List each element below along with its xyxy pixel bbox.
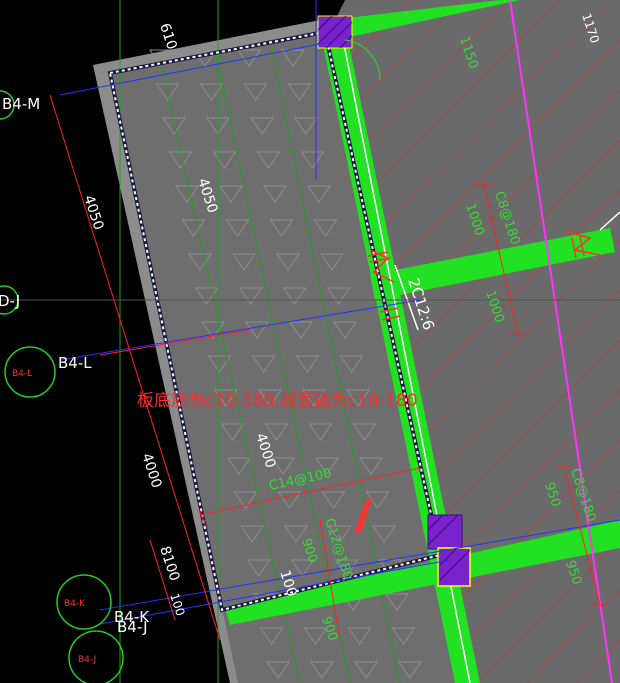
axis-label-b4m: B4-M bbox=[2, 95, 40, 113]
bubble-label-b4j: B4-J bbox=[78, 655, 96, 665]
axis-bubbles bbox=[0, 90, 124, 683]
slab-rebar-note: 板底筋为c10-180,板面筋为c10-180 bbox=[137, 391, 418, 411]
column-bottom bbox=[427, 514, 463, 550]
axis-label-b4l: B4-L bbox=[58, 354, 92, 372]
dim-8100: 8100 bbox=[156, 544, 182, 583]
dim-610: 610 bbox=[156, 21, 179, 51]
axis-label-b4j: B4-J bbox=[117, 618, 148, 636]
dim-4050-left: 4050 bbox=[80, 193, 106, 232]
bubble-label-b4l: B4-L bbox=[12, 369, 32, 379]
axis-label-dj: D-J bbox=[0, 292, 20, 310]
bubble-label-b4k: B4-K bbox=[64, 599, 86, 609]
drawing-svg: B4-M D-J B4-L B4-K B4-J B4-L B4-K B4-J 4… bbox=[0, 0, 620, 683]
cad-drawing-canvas: B4-M D-J B4-L B4-K B4-J B4-L B4-K B4-J 4… bbox=[0, 0, 620, 683]
dim-4000-left: 4000 bbox=[138, 451, 164, 490]
column-bottom-2 bbox=[437, 547, 471, 587]
